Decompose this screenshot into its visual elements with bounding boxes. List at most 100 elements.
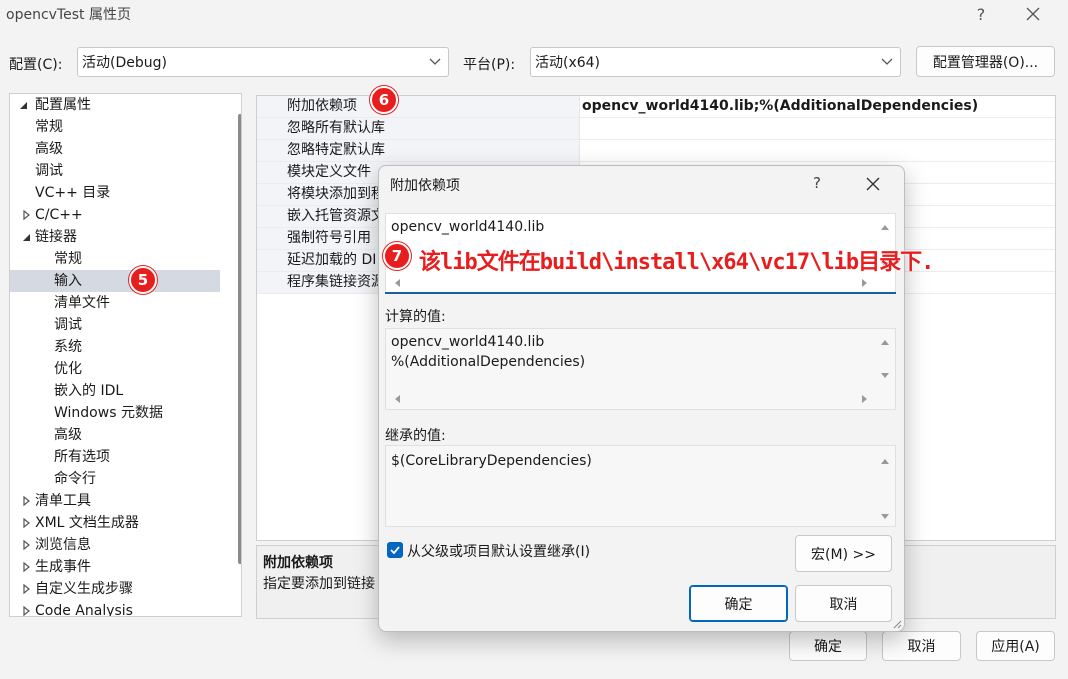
dialog-cancel-button[interactable]: 取消 (795, 585, 892, 622)
scroll-down-icon[interactable] (880, 371, 890, 381)
grid-row-name: 附加依赖项 (257, 96, 579, 117)
tree-item-label: 嵌入的 IDL (54, 383, 124, 399)
config-label: 配置(C): (9, 57, 63, 73)
tree-item[interactable]: 调试 (10, 160, 220, 182)
description-text: 指定要添加到链接 (263, 576, 375, 592)
tree-item[interactable]: 优化 (10, 358, 220, 380)
tree-item-label: 系统 (54, 339, 82, 355)
tree-item[interactable]: XML 文档生成器 (10, 512, 220, 534)
help-button[interactable]: ? (958, 0, 1004, 28)
platform-dropdown[interactable]: 活动(x64) (530, 47, 901, 77)
tree-item[interactable]: 常规 (10, 116, 220, 138)
tree-item-label: 浏览信息 (35, 537, 91, 553)
scroll-left-icon[interactable] (392, 278, 402, 288)
tree-item-label: 优化 (54, 361, 82, 377)
tree-item[interactable]: 自定义生成步骤 (10, 578, 220, 600)
property-tree[interactable]: 配置属性 常规 高级 调试 VC++ 目录 C/C++ 链接器 常规 输入 清单文件 调试 系统 优化嵌… (9, 93, 242, 617)
dialog-ok-button[interactable]: 确定 (689, 585, 788, 622)
tree-scrollbar[interactable] (238, 114, 241, 564)
collapsed-arrow-icon[interactable] (21, 496, 31, 506)
dialog-help-button[interactable]: ? (804, 174, 830, 192)
scroll-up-icon[interactable] (880, 456, 890, 466)
tree-item-label: 调试 (35, 163, 63, 179)
tree-item[interactable]: 嵌入的 IDL (10, 380, 220, 402)
tree-item[interactable]: 常规 (10, 248, 220, 270)
ok-button[interactable]: 确定 (789, 631, 867, 661)
tree-item-label: 高级 (54, 427, 82, 443)
tree-item[interactable]: 浏览信息 (10, 534, 220, 556)
grid-row[interactable]: 忽略所有默认库 (257, 118, 1055, 140)
tree-item[interactable]: 系统 (10, 336, 220, 358)
grid-row-value[interactable]: opencv_world4140.lib;%(AdditionalDepende… (582, 96, 978, 117)
chevron-down-icon (429, 58, 441, 65)
platform-value: 活动(x64) (535, 55, 601, 71)
tree-item-label: 输入 (54, 273, 82, 289)
scroll-left-icon[interactable] (392, 394, 402, 404)
tree-item[interactable]: 清单工具 (10, 490, 220, 512)
tree-item-label: 自定义生成步骤 (35, 581, 133, 597)
tree-item[interactable]: 高级 (10, 424, 220, 446)
computed-value-line: opencv_world4140.lib (391, 334, 545, 350)
tree-item-label: 常规 (35, 119, 63, 135)
scroll-right-icon[interactable] (860, 394, 870, 404)
tree-item[interactable]: 输入 (10, 270, 220, 292)
step-badge-5: 5 (129, 266, 157, 294)
tree-item[interactable]: 链接器 (10, 226, 220, 248)
inherited-value-line: $(CoreLibraryDependencies) (391, 453, 592, 469)
tree-item-label: 生成事件 (35, 559, 91, 575)
tree-item[interactable]: 清单文件 (10, 292, 220, 314)
dependencies-input-text: opencv_world4140.lib (391, 219, 545, 235)
grid-row[interactable]: 忽略特定默认库 (257, 140, 1055, 162)
step-badge-7: 7 (383, 242, 411, 270)
inherit-checkbox[interactable] (387, 542, 403, 558)
inherited-values-box: $(CoreLibraryDependencies) (385, 445, 896, 527)
tree-item[interactable]: 高级 (10, 138, 220, 160)
dialog-close-button[interactable] (859, 172, 887, 196)
config-dropdown[interactable]: 活动(Debug) (77, 47, 449, 77)
scroll-down-icon[interactable] (880, 512, 890, 522)
computed-values-label: 计算的值: (385, 309, 446, 325)
inherit-checkbox-label[interactable]: 从父级或项目默认设置继承(I) (407, 541, 590, 561)
tree-item[interactable]: 调试 (10, 314, 220, 336)
tree-item[interactable]: 配置属性 (10, 94, 220, 116)
tree-item[interactable]: C/C++ (10, 204, 220, 226)
tree-item[interactable]: VC++ 目录 (10, 182, 220, 204)
grid-row-name: 忽略所有默认库 (257, 118, 579, 139)
chevron-down-icon (881, 58, 893, 65)
window-close-button[interactable] (1010, 0, 1056, 28)
close-icon (866, 177, 880, 191)
tree-item[interactable]: 所有选项 (10, 446, 220, 468)
tree-item-label: 调试 (54, 317, 82, 333)
config-manager-button[interactable]: 配置管理器(O)... (916, 46, 1055, 77)
tree-item-label: 常规 (54, 251, 82, 267)
tree-item[interactable]: 命令行 (10, 468, 220, 490)
config-value: 活动(Debug) (82, 55, 167, 71)
collapsed-arrow-icon[interactable] (21, 540, 31, 550)
apply-button[interactable]: 应用(A) (976, 631, 1055, 661)
collapsed-arrow-icon[interactable] (21, 606, 31, 616)
collapsed-arrow-icon[interactable] (21, 210, 31, 220)
macros-button[interactable]: 宏(M) >> (795, 535, 892, 572)
additional-dependencies-dialog: 附加依赖项 ? opencv_world4140.lib 计算的值: openc… (378, 165, 905, 632)
platform-label: 平台(P): (463, 57, 516, 73)
collapsed-arrow-icon[interactable] (21, 518, 31, 528)
tree-item-label: 链接器 (35, 229, 77, 245)
tree-item[interactable]: 生成事件 (10, 556, 220, 578)
tree-item-label: 清单工具 (35, 493, 91, 509)
cancel-button[interactable]: 取消 (882, 631, 961, 661)
expanded-arrow-icon[interactable] (21, 232, 31, 242)
scroll-right-icon[interactable] (860, 278, 870, 288)
scroll-up-icon[interactable] (880, 222, 890, 232)
tree-item-label: Code Analysis (35, 603, 133, 617)
tree-item[interactable]: Code Analysis (10, 600, 220, 617)
scroll-up-icon[interactable] (880, 337, 890, 347)
expanded-arrow-icon[interactable] (18, 100, 28, 110)
step-badge-6: 6 (370, 86, 398, 114)
tree-item-label: Windows 元数据 (54, 405, 163, 421)
tree-item-label: 高级 (35, 141, 63, 157)
collapsed-arrow-icon[interactable] (21, 584, 31, 594)
tree-item-label: XML 文档生成器 (35, 515, 139, 531)
resize-grip-icon[interactable] (892, 619, 902, 629)
tree-item[interactable]: Windows 元数据 (10, 402, 220, 424)
collapsed-arrow-icon[interactable] (21, 562, 31, 572)
